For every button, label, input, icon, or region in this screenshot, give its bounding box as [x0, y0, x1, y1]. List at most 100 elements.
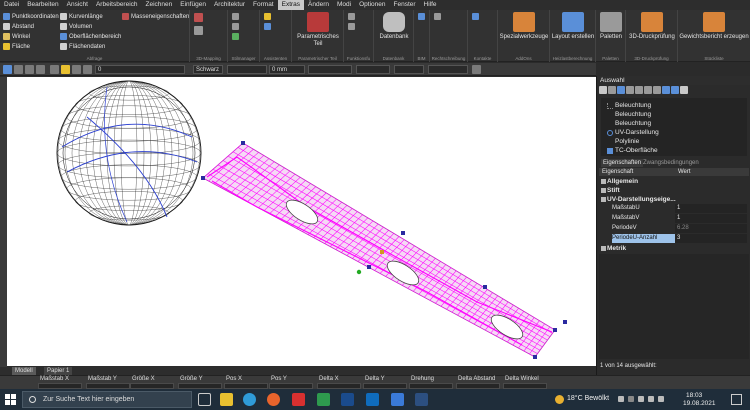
- assistent-button[interactable]: [264, 13, 271, 20]
- clock-time[interactable]: 18:03: [686, 392, 702, 399]
- tab-papier-1[interactable]: Papier 1: [44, 367, 73, 375]
- outlook-icon[interactable]: [366, 393, 379, 406]
- taskbar-search-box[interactable]: Zur Suche Text hier eingeben: [22, 391, 192, 408]
- link-icon[interactable]: [662, 86, 670, 94]
- info-icon[interactable]: [671, 86, 679, 94]
- menu-item-6[interactable]: Architektur: [210, 0, 249, 10]
- section-metrik[interactable]: Metrik: [599, 244, 749, 253]
- tree-icon[interactable]: [599, 86, 607, 94]
- menu-item-8[interactable]: Extras: [277, 0, 305, 10]
- fill-select[interactable]: [356, 65, 390, 74]
- drawing-canvas[interactable]: [7, 77, 596, 366]
- bim-button[interactable]: [418, 13, 425, 20]
- tab-eigenschaften[interactable]: Eigenschaften: [601, 159, 644, 167]
- hide-icon[interactable]: [644, 86, 652, 94]
- store-icon[interactable]: [317, 393, 330, 406]
- kurvenlaenge-button[interactable]: Kurvenlänge: [60, 13, 103, 20]
- grip-handle-6[interactable]: [483, 285, 487, 289]
- funktion-button-2[interactable]: [348, 23, 355, 30]
- menu-item-10[interactable]: Modi: [333, 0, 355, 10]
- clock-date[interactable]: 19.08.2021: [683, 400, 716, 407]
- grip-handle-2[interactable]: [553, 328, 557, 332]
- prop-value-periode-u-anzahl[interactable]: 3: [675, 234, 747, 243]
- tree-item-tc-oberflaeche[interactable]: TC-Oberfläche: [615, 147, 658, 154]
- stilmanager-button-2[interactable]: [232, 23, 239, 30]
- tree-item-beleuchtung-3[interactable]: Beleuchtung: [615, 120, 651, 127]
- section-allgemein[interactable]: Allgemein: [599, 177, 749, 186]
- punktkoordinaten-button[interactable]: Punktkoordinaten: [3, 13, 59, 20]
- grip-handle-7[interactable]: [563, 320, 567, 324]
- menu-item-1[interactable]: Bearbeiten: [23, 0, 62, 10]
- layer-select[interactable]: 0: [95, 65, 185, 74]
- tree-item-beleuchtung-2[interactable]: Beleuchtung: [615, 111, 651, 118]
- linetype-select[interactable]: [308, 65, 352, 74]
- pointer-icon[interactable]: [14, 65, 23, 74]
- firefox-icon[interactable]: [267, 393, 280, 406]
- edge-icon[interactable]: [243, 393, 256, 406]
- menu-item-9[interactable]: Ändern: [304, 0, 333, 10]
- menu-item-2[interactable]: Ansicht: [63, 0, 92, 10]
- color-select[interactable]: Schwarz: [193, 65, 223, 74]
- grip-handle-1[interactable]: [241, 141, 245, 145]
- flaeche-button[interactable]: Fläche: [3, 43, 30, 50]
- abstand-button[interactable]: Abstand: [3, 23, 34, 30]
- prop-value-massstab-u[interactable]: 1: [675, 204, 747, 213]
- filter-icon[interactable]: [36, 65, 45, 74]
- prop-value-massstab-v[interactable]: 1: [675, 214, 747, 223]
- paletten-button[interactable]: Paletten: [596, 12, 626, 41]
- tab-zwangsbedingungen[interactable]: Zwangsbedingungen: [641, 159, 701, 167]
- turbocad-icon[interactable]: [341, 393, 354, 406]
- search-icon[interactable]: [680, 86, 688, 94]
- section-stift[interactable]: Stift: [599, 186, 749, 195]
- task-view-icon[interactable]: [198, 393, 211, 406]
- oberflaechenbereich-button[interactable]: Oberflächenbereich: [60, 33, 121, 40]
- stilmanager-button-3[interactable]: [232, 33, 239, 40]
- druckpruefung-button[interactable]: 3D-Druckprüfung: [626, 12, 678, 41]
- grip-handle-4[interactable]: [401, 231, 405, 235]
- notification-icon[interactable]: [731, 394, 742, 405]
- layer-lock-icon[interactable]: [72, 65, 81, 74]
- filter-tree-icon[interactable]: [626, 86, 634, 94]
- shadow-icon[interactable]: [472, 65, 481, 74]
- windows-start-icon[interactable]: [4, 393, 17, 406]
- flaechendaten-button[interactable]: Flächendaten: [60, 43, 105, 50]
- grip-handle-0[interactable]: [201, 176, 205, 180]
- menu-item-7[interactable]: Format: [249, 0, 278, 10]
- menu-item-4[interactable]: Zeichnen: [142, 0, 177, 10]
- file-explorer-icon[interactable]: [220, 393, 233, 406]
- select-icon[interactable]: [3, 65, 12, 74]
- linestyle-select[interactable]: [227, 65, 267, 74]
- kontakte-button[interactable]: [472, 13, 479, 20]
- pdf-icon[interactable]: [292, 393, 305, 406]
- masseneigenschaften-button[interactable]: Masseneigenschaften: [122, 13, 189, 20]
- prop-value-periode-v[interactable]: 6.28: [675, 224, 747, 233]
- layer-icon[interactable]: [50, 65, 59, 74]
- volumen-button[interactable]: Volumen: [60, 23, 92, 30]
- menu-item-11[interactable]: Optionen: [355, 0, 389, 10]
- tray-icons[interactable]: [618, 396, 670, 403]
- weather-text[interactable]: 18°C Bewölkt: [567, 395, 609, 402]
- funktion-button[interactable]: [348, 13, 355, 20]
- menu-item-12[interactable]: Fenster: [390, 0, 420, 10]
- tree-item-uv-darstellung[interactable]: UV-Darstellung: [615, 129, 659, 136]
- layout-erstellen-button[interactable]: Layout erstellen: [550, 12, 596, 41]
- winkel-button[interactable]: Winkel: [3, 33, 30, 40]
- menu-item-0[interactable]: Datei: [0, 0, 23, 10]
- rechtschreibung-button[interactable]: [434, 13, 441, 20]
- tree-item-polylinie[interactable]: Polylinie: [615, 138, 639, 145]
- datenbank-button[interactable]: Datenbank: [374, 12, 414, 41]
- tree-item-beleuchtung-1[interactable]: Beleuchtung: [615, 102, 651, 109]
- app-s-icon[interactable]: [391, 393, 404, 406]
- layers-icon[interactable]: [617, 86, 625, 94]
- transparency-select[interactable]: [428, 65, 468, 74]
- settings-tree-icon[interactable]: [635, 86, 643, 94]
- grip-handle-3[interactable]: [533, 355, 537, 359]
- linewidth-select[interactable]: 0 mm: [269, 65, 305, 74]
- layer-print-icon[interactable]: [83, 65, 92, 74]
- menu-item-13[interactable]: Hilfe: [420, 0, 441, 10]
- parametrisches-teil-button[interactable]: Parametrisches Teil: [292, 12, 344, 48]
- expand-icon[interactable]: [608, 86, 616, 94]
- gewichtsbericht-button[interactable]: Gewichtsbericht erzeugen: [678, 12, 750, 41]
- mapping-button[interactable]: [194, 13, 203, 22]
- menu-item-5[interactable]: Einfügen: [176, 0, 210, 10]
